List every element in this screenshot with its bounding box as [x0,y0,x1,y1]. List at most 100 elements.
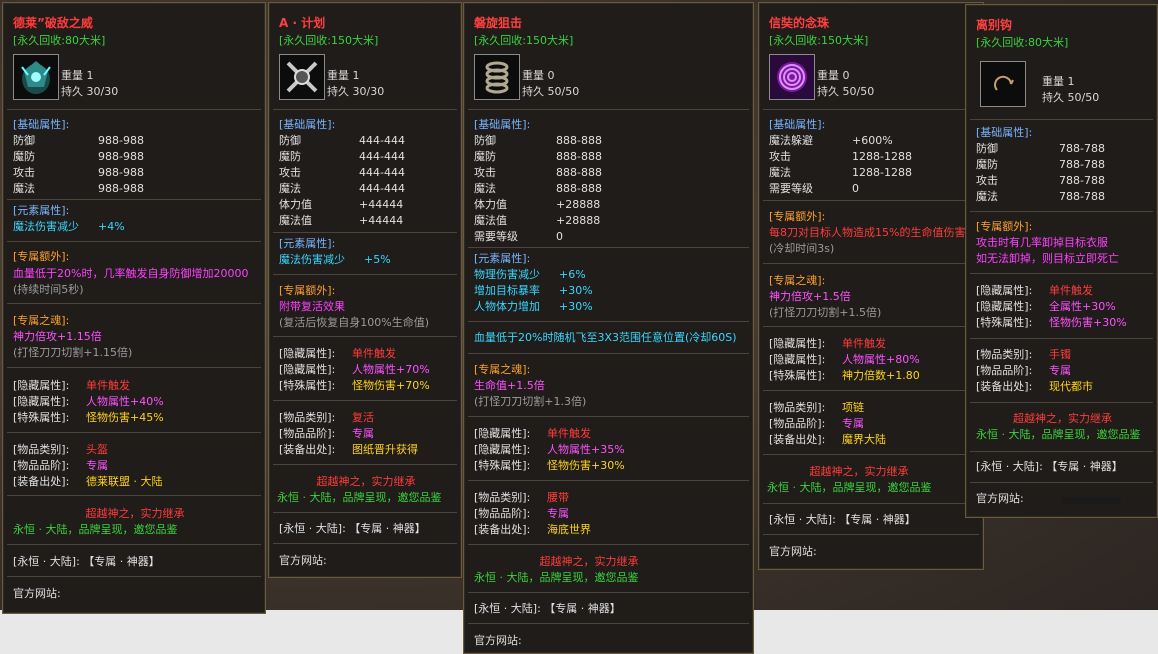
weight-text: 重量 0 [817,69,850,82]
footer-website: 官方网站: [279,554,327,567]
item-info-label: [物品类别]: [279,411,336,424]
footer-brand: [永恒 · 大陆]: 【专属 · 神器】 [769,513,916,526]
exclusive-soul-text: 生命值+1.5倍 [474,379,545,392]
exclusive-extra-text: 血量低于20%时，几率触发自身防御增加20000 [13,267,249,280]
attr-value: 888-888 [556,134,602,147]
divider [468,592,749,593]
crossed-swords-icon [279,54,325,100]
attr-name: 魔防 [13,150,35,163]
attr-name: 攻击 [474,166,496,179]
footer-brand: [永恒 · 大陆]: 【专属 · 神器】 [474,602,621,615]
durability-text: 持久 30/30 [61,85,119,98]
divider [273,512,457,513]
attr-value: 888-888 [556,182,602,195]
attr-value: 988-988 [98,182,144,195]
item-info-label: [物品类别]: [13,443,70,456]
divider [970,273,1153,274]
slogan-line-2: 永恒 · 大陆，品牌呈现，邀您品鉴 [13,523,178,536]
item-info-label: [装备出处]: [769,433,826,446]
attr-value: 444-444 [359,182,405,195]
divider [7,495,261,496]
special-attr-label: [特殊属性]: [13,411,70,424]
divider [763,200,979,201]
item-info-label: [物品品阶]: [474,507,531,520]
weight-text: 重量 1 [327,69,360,82]
hidden-attr-value: 人物属性+35% [547,443,625,456]
item-name: 信奘的念珠 [769,16,830,30]
special-attr-value: 怪物伤害+70% [352,379,430,392]
exclusive-extra-text: 每8刀对目标人物造成15%的生命值伤害 [769,226,966,239]
footer-brand: [永恒 · 大陆]: 【专属 · 神器】 [976,460,1123,473]
footer-website: 官方网站: [13,587,61,600]
element-attr-value: +4% [98,220,125,233]
exclusive-extra-header: [专属额外]: [13,250,70,263]
attr-name: 需要等级 [474,230,518,243]
divider [763,503,979,504]
attr-value: +44444 [359,214,404,227]
divider [273,543,457,544]
attr-name: 魔防 [474,150,496,163]
exclusive-extra-note: (复活后恢复自身100%生命值) [279,316,430,329]
item-info-label: [装备出处]: [474,523,531,536]
attr-name: 魔法 [769,166,791,179]
attr-value: 444-444 [359,166,405,179]
hidden-attr-value: 单件触发 [86,379,130,392]
attr-value: +44444 [359,198,404,211]
item-info-label: [装备出处]: [13,475,70,488]
special-attr-label: [特殊属性]: [976,316,1033,329]
exclusive-extra-note: (持续时间5秒) [13,283,84,296]
special-effect-text: 血量低于20%时随机飞至3X3范围任意位置(冷却60S) [474,331,737,344]
hidden-attr-value: 单件触发 [547,427,591,440]
special-attr-label: [特殊属性]: [279,379,336,392]
recycle-value: [永久回收:80大米] [13,34,106,47]
hidden-attr-label: [隐藏属性]: [279,347,336,360]
item-category: 腰带 [547,491,569,504]
attr-name: 防御 [279,134,301,147]
item-info-label: [物品品阶]: [769,417,826,430]
hidden-attr-value: 全属性+30% [1049,300,1116,313]
attr-name: 防御 [976,142,998,155]
divider [468,544,749,545]
divider [970,211,1153,212]
element-attr-value: +6% [559,268,586,281]
item-info-label: [物品类别]: [769,401,826,414]
divider [763,109,979,110]
coil-icon [474,54,520,100]
attr-value: +28888 [556,198,601,211]
item-tooltip-revive: A · 计划 [永久回收:150大米] 重量 1 持久 30/30 [基础属性]… [268,2,462,578]
weight-text: 重量 0 [522,69,555,82]
basic-attr-header: [基础属性]: [474,118,531,131]
divider [273,464,457,465]
attr-name: 防御 [13,134,35,147]
exclusive-extra-header: [专属额外]: [279,284,336,297]
element-attr-header: [元素属性]: [13,204,70,217]
exclusive-soul-text: 神力倍攻+1.15倍 [13,330,102,343]
divider [468,247,749,248]
website-redacted-mark [1061,497,1121,504]
hidden-attr-label: [隐藏属性]: [13,379,70,392]
divider [468,623,749,624]
item-info-label: [物品类别]: [976,348,1033,361]
divider [763,390,979,391]
attr-value: +28888 [556,214,601,227]
slogan-line-2: 永恒 · 大陆，品牌呈现，邀您品鉴 [277,491,442,504]
element-attr-name: 魔法伤害减少 [13,220,79,233]
attr-value: 444-444 [359,134,405,147]
divider [970,338,1153,339]
exclusive-extra-header: [专属额外]: [976,220,1033,233]
item-grade: 专属 [842,417,864,430]
slogan-line: 超越神之，实力继承 [809,465,909,478]
divider [763,326,979,327]
item-grade: 专属 [86,459,108,472]
hidden-attr-label: [隐藏属性]: [976,284,1033,297]
special-attr-label: [特殊属性]: [474,459,531,472]
hidden-attr-value: 人物属性+80% [842,353,920,366]
attr-name: 魔法 [976,190,998,203]
item-source: 现代都市 [1049,380,1093,393]
attr-value: 0 [852,182,859,195]
divider [7,432,261,433]
weight-text: 重量 1 [1042,75,1075,88]
attr-name: 攻击 [976,174,998,187]
slogan-line-2: 永恒 · 大陆，品牌呈现，邀您品鉴 [767,481,932,494]
element-attr-name: 魔法伤害减少 [279,253,345,266]
